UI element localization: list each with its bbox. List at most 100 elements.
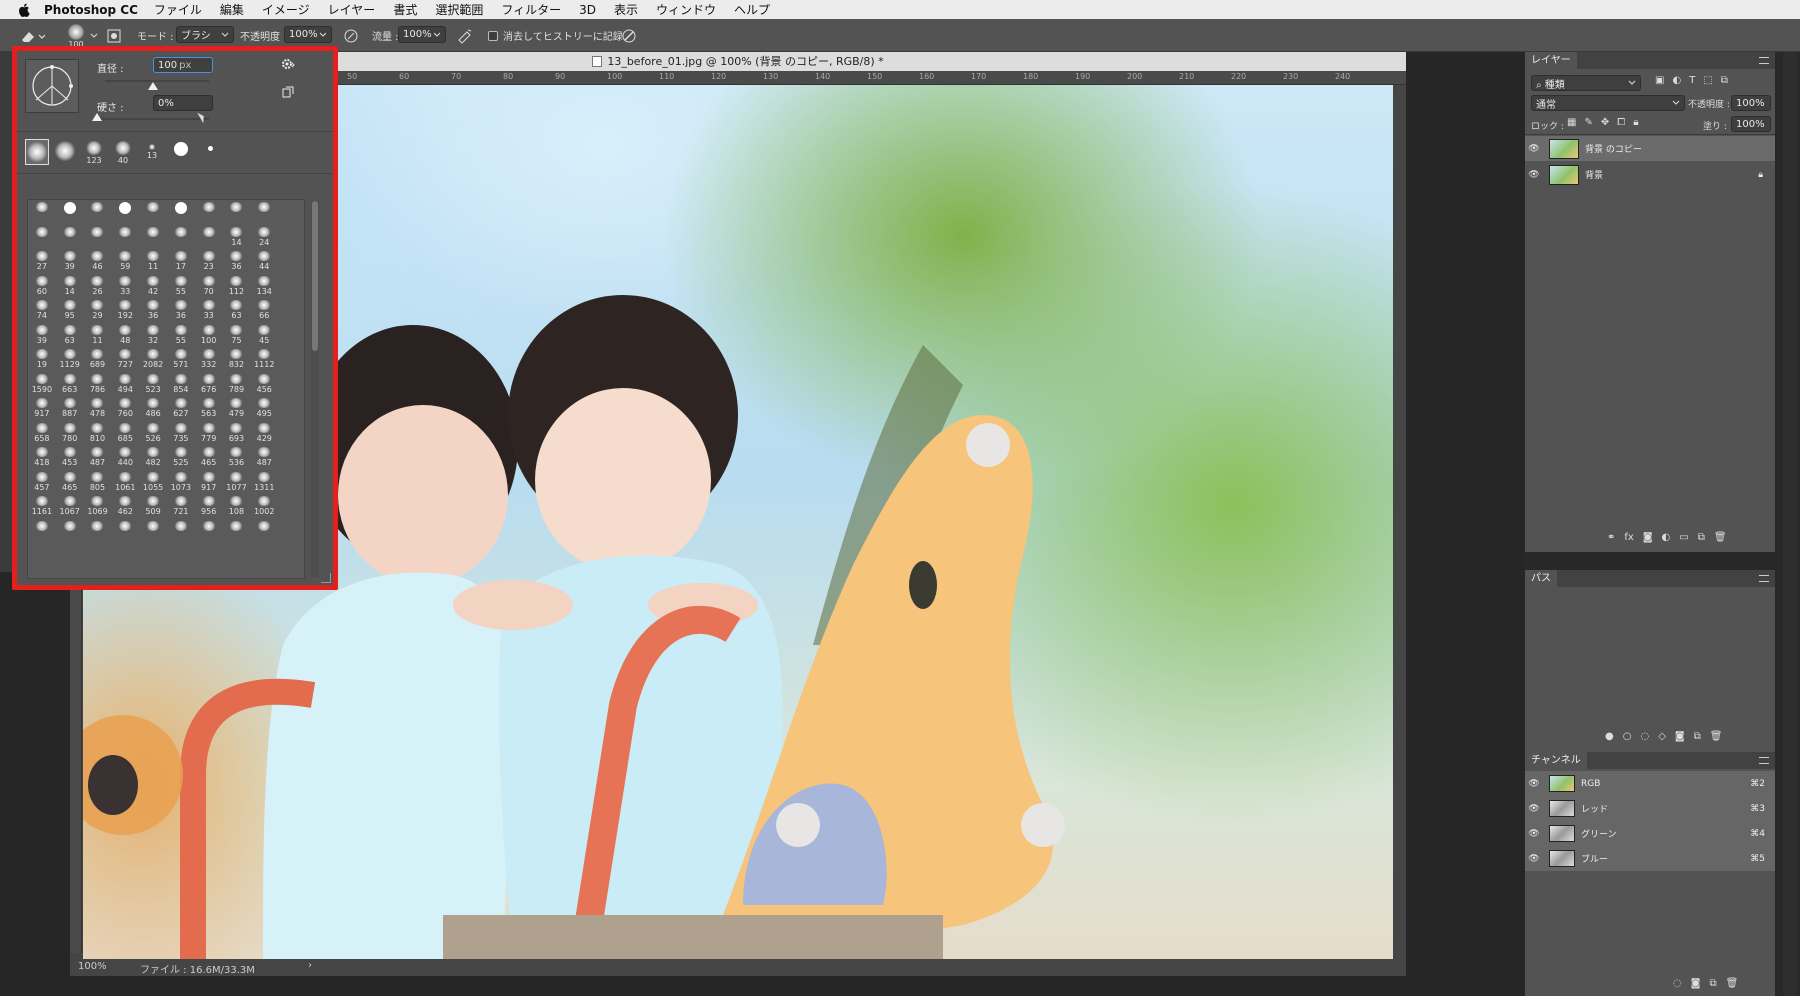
brush-preset[interactable]: 39: [28, 323, 56, 348]
brush-preset[interactable]: 478: [84, 396, 112, 421]
recent-brush[interactable]: [52, 139, 78, 167]
brush-preset[interactable]: 36: [167, 298, 195, 323]
brush-preset[interactable]: 789: [223, 372, 251, 397]
brush-preset[interactable]: 810: [84, 421, 112, 446]
brush-preset[interactable]: 39: [56, 249, 84, 274]
recent-brush[interactable]: 13: [139, 139, 165, 167]
brush-preset[interactable]: 457: [28, 470, 56, 495]
new-group-icon[interactable]: ▭: [1679, 532, 1688, 543]
brush-preset[interactable]: 1129: [56, 347, 84, 372]
layer-opacity-field[interactable]: 100%: [1731, 95, 1771, 111]
type-filter-icon[interactable]: T: [1689, 75, 1695, 86]
brush-preset[interactable]: 440: [111, 445, 139, 470]
fill-path-icon[interactable]: ●: [1605, 731, 1614, 742]
brush-grid-scrollbar[interactable]: [311, 201, 319, 577]
brush-preset[interactable]: [56, 519, 84, 544]
brush-preset[interactable]: 70: [195, 274, 223, 299]
channel-row[interactable]: 👁︎ レッド ⌘3: [1525, 796, 1775, 821]
visibility-eye-icon[interactable]: 👁︎: [1525, 804, 1543, 814]
paths-tab[interactable]: パス: [1525, 570, 1557, 587]
brush-preset[interactable]: 332: [195, 347, 223, 372]
brush-preset[interactable]: 495: [250, 396, 278, 421]
brush-preset[interactable]: 721: [167, 494, 195, 519]
menu-3d[interactable]: 3D: [579, 3, 596, 17]
menu-edit[interactable]: 編集: [220, 1, 244, 18]
brush-preset[interactable]: [167, 225, 195, 250]
menu-help[interactable]: ヘルプ: [734, 1, 770, 18]
brush-preset[interactable]: 46: [84, 249, 112, 274]
brush-preset[interactable]: 486: [139, 396, 167, 421]
brush-preset[interactable]: [84, 200, 112, 225]
brush-preset[interactable]: 27: [28, 249, 56, 274]
brush-preset[interactable]: 55: [167, 274, 195, 299]
brush-preset[interactable]: 26: [84, 274, 112, 299]
brush-preset[interactable]: 17: [167, 249, 195, 274]
fill-field[interactable]: 100%: [1731, 116, 1771, 132]
brush-angle-preview[interactable]: [25, 59, 79, 113]
menu-layer[interactable]: レイヤー: [328, 1, 376, 18]
brush-preset[interactable]: 429: [250, 421, 278, 446]
layer-row[interactable]: 👁︎ 背景 🔒︎: [1525, 162, 1775, 187]
brush-preset[interactable]: 63: [223, 298, 251, 323]
brush-preset[interactable]: 1161: [28, 494, 56, 519]
brush-preset[interactable]: [139, 519, 167, 544]
lock-artboard-icon[interactable]: ⧠: [1617, 117, 1625, 128]
dock-collapse-strip[interactable]: [1783, 52, 1797, 996]
brush-preset[interactable]: 1590: [28, 372, 56, 397]
lock-position-icon[interactable]: ✥: [1601, 117, 1609, 128]
airbrush-icon[interactable]: [456, 26, 474, 45]
brush-preset[interactable]: 685: [111, 421, 139, 446]
brush-preset[interactable]: 36: [139, 298, 167, 323]
brush-preset[interactable]: [139, 200, 167, 225]
layer-filter-select[interactable]: ⌕ 種類: [1531, 75, 1641, 91]
brush-preset[interactable]: [28, 225, 56, 250]
brush-preset[interactable]: 453: [56, 445, 84, 470]
trash-icon[interactable]: 🗑︎: [1726, 978, 1739, 989]
brush-preset[interactable]: 693: [223, 421, 251, 446]
brush-preset[interactable]: [111, 225, 139, 250]
menu-filter[interactable]: フィルター: [501, 1, 561, 18]
brush-preset[interactable]: 59: [111, 249, 139, 274]
visibility-eye-icon[interactable]: 👁︎: [1525, 144, 1543, 154]
visibility-eye-icon[interactable]: 👁︎: [1525, 829, 1543, 839]
zoom-level[interactable]: 100%: [78, 961, 107, 972]
brush-preset[interactable]: 192: [111, 298, 139, 323]
panel-menu-icon[interactable]: [1759, 575, 1769, 582]
app-name[interactable]: Photoshop CC: [44, 3, 138, 17]
brush-preset[interactable]: 418: [28, 445, 56, 470]
brush-preset[interactable]: 108: [223, 494, 251, 519]
brush-preset[interactable]: 525: [167, 445, 195, 470]
brush-preset[interactable]: [28, 519, 56, 544]
channel-row[interactable]: 👁︎ グリーン ⌘4: [1525, 821, 1775, 846]
brush-preset[interactable]: 832: [223, 347, 251, 372]
brush-preset[interactable]: [111, 519, 139, 544]
brush-preset[interactable]: 563: [195, 396, 223, 421]
diameter-slider-handle[interactable]: [148, 82, 158, 90]
mode-select[interactable]: ブラシ: [176, 26, 234, 43]
brush-preset[interactable]: 1069: [84, 494, 112, 519]
brush-preset[interactable]: [250, 519, 278, 544]
channel-row[interactable]: 👁︎ RGB ⌘2: [1525, 771, 1775, 796]
menu-type[interactable]: 書式: [393, 1, 417, 18]
hardness-input[interactable]: 0%: [153, 95, 213, 111]
hardness-slider-track[interactable]: [97, 118, 209, 120]
brush-preset[interactable]: 465: [195, 445, 223, 470]
brush-preset[interactable]: 887: [56, 396, 84, 421]
status-menu-arrow[interactable]: ›: [308, 960, 312, 971]
brush-preset[interactable]: 1002: [250, 494, 278, 519]
recent-brush[interactable]: 123: [81, 139, 107, 167]
brush-preset[interactable]: 487: [250, 445, 278, 470]
brush-preset[interactable]: [28, 200, 56, 225]
opacity-field[interactable]: 100%: [284, 26, 332, 43]
pressure-opacity-icon[interactable]: [342, 26, 360, 45]
brush-preset[interactable]: 494: [111, 372, 139, 397]
brush-preset[interactable]: 134: [250, 274, 278, 299]
adjustment-layer-icon[interactable]: ◐: [1662, 532, 1671, 543]
brush-preset[interactable]: [56, 200, 84, 225]
brush-preset[interactable]: 29: [84, 298, 112, 323]
layer-row[interactable]: 👁︎ 背景 のコピー: [1525, 136, 1775, 161]
shape-filter-icon[interactable]: ⬚: [1703, 75, 1712, 86]
smartobject-filter-icon[interactable]: ⧉: [1721, 75, 1728, 86]
image-filter-icon[interactable]: ▣: [1655, 75, 1664, 86]
brush-preset[interactable]: 1061: [111, 470, 139, 495]
